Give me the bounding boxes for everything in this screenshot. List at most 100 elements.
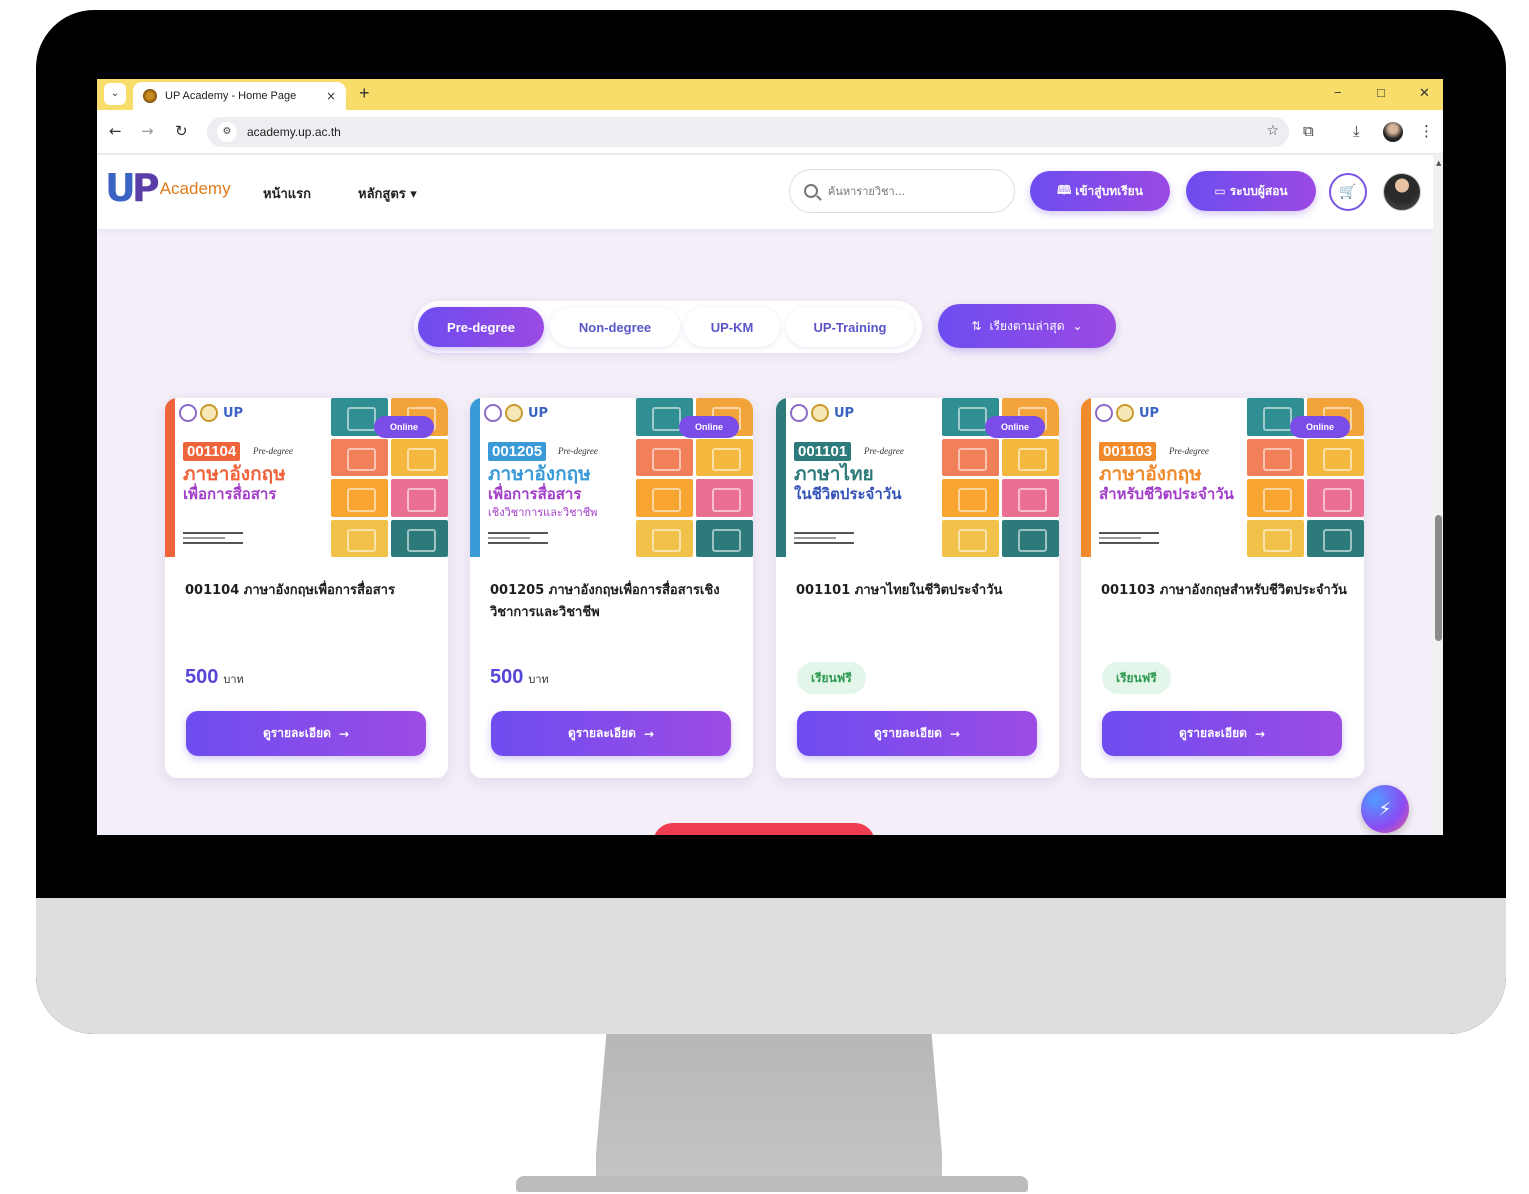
tab-non-degree[interactable]: Non-degree: [550, 307, 680, 347]
monitor-icon: ▭: [1214, 184, 1226, 198]
planner-tile-icon: [1002, 479, 1059, 517]
thumbnail-level: Pre-degree: [1169, 446, 1209, 456]
nav-courses[interactable]: หลักสูตร ▾: [358, 183, 417, 204]
computer-tile-icon: [391, 438, 448, 476]
new-tab-button[interactable]: +: [359, 83, 370, 104]
tab-close-icon[interactable]: ×: [326, 89, 336, 103]
pencil-tile-icon: [636, 519, 693, 557]
browser-toolbar: ← → ↻ ⚙ academy.up.ac.th ☆ ⧉ ⤓ ⋮: [97, 110, 1443, 154]
pencil-tile-icon: [942, 519, 999, 557]
enter-lessons-button[interactable]: 🕮 เข้าสู่บทเรียน: [1030, 171, 1170, 211]
browser-screen: ⌄ UP Academy - Home Page × + − □ ✕ ← → ↻…: [97, 79, 1443, 835]
thumbnail-accent-stripe: [470, 398, 480, 557]
document-tile-icon: [1307, 519, 1364, 557]
course-card[interactable]: UP 001101 Pre-degree ภาษาไทย ในชีวิตประจ…: [776, 398, 1059, 778]
course-price: 500 บาท: [185, 666, 244, 689]
site-logo[interactable]: UP Academy: [105, 169, 231, 207]
close-window-button[interactable]: ✕: [1419, 85, 1430, 101]
monitor-stand: [596, 1034, 942, 1184]
thumbnail-level: Pre-degree: [864, 446, 904, 456]
computer-tile-icon: [1307, 438, 1364, 476]
view-details-button[interactable]: ดูรายละเอียด →: [186, 711, 426, 756]
view-details-button[interactable]: ดูรายละเอียด →: [797, 711, 1037, 756]
extensions-icon[interactable]: ⧉: [1303, 122, 1314, 140]
tab-up-training[interactable]: UP-Training: [786, 307, 914, 347]
free-badge: เรียนฟรี: [1102, 662, 1171, 694]
tab-search-icon[interactable]: ⌄: [104, 83, 126, 105]
thumbnail-level: Pre-degree: [253, 446, 293, 456]
browser-menu-icon[interactable]: ⋮: [1419, 122, 1434, 140]
faculty-seal-icon: [200, 404, 218, 422]
enter-lessons-label: เข้าสู่บทเรียน: [1075, 183, 1143, 198]
url-text: academy.up.ac.th: [247, 125, 341, 139]
thumbnail-course-code: 001205: [488, 442, 547, 461]
tab-title: UP Academy - Home Page: [165, 90, 297, 102]
search-input[interactable]: [828, 184, 978, 198]
arrow-right-icon: →: [643, 726, 654, 741]
reload-icon[interactable]: ↻: [175, 122, 188, 140]
course-card[interactable]: UP 001104 Pre-degree ภาษาอังกฤษ เพื่อการ…: [165, 398, 448, 778]
course-thumbnail: UP 001205 Pre-degree ภาษาอังกฤษ เพื่อการ…: [470, 398, 753, 557]
page-scrollbar[interactable]: [1433, 155, 1443, 835]
bookmark-star-icon[interactable]: ☆: [1266, 123, 1279, 139]
price-unit: บาท: [223, 673, 244, 686]
thumbnail-accent-stripe: [165, 398, 175, 557]
cart-button[interactable]: 🛒: [1329, 173, 1367, 211]
back-icon[interactable]: ←: [109, 122, 122, 140]
course-title[interactable]: 001205 ภาษาอังกฤษเพื่อการสื่อสารเชิงวิชา…: [490, 580, 736, 624]
course-card[interactable]: UP 001103 Pre-degree ภาษาอังกฤษ สำหรับชี…: [1081, 398, 1364, 778]
scroll-up-icon[interactable]: ▲: [1436, 159, 1441, 167]
browser-tab[interactable]: UP Academy - Home Page ×: [133, 82, 346, 110]
forward-icon[interactable]: →: [141, 122, 154, 140]
sort-dropdown[interactable]: ⇅ เรียงตามล่าสุด ⌄: [938, 304, 1116, 348]
thumbnail-course-code: 001101: [794, 442, 852, 461]
faculty-seal-icon: [811, 404, 829, 422]
arrow-right-icon: →: [1254, 726, 1265, 741]
download-icon[interactable]: ⤓: [1353, 122, 1360, 140]
address-bar[interactable]: ⚙ academy.up.ac.th ☆: [207, 117, 1289, 147]
instructor-system-button[interactable]: ▭ ระบบผู้สอน: [1186, 171, 1316, 211]
site-info-icon[interactable]: ⚙: [217, 122, 237, 142]
tab-up-km[interactable]: UP-KM: [684, 307, 780, 347]
search-box[interactable]: [789, 169, 1015, 213]
thumbnail-accent-stripe: [1081, 398, 1091, 557]
view-details-label: ดูรายละเอียด: [262, 726, 331, 740]
thumbnail-title-line1: ภาษาอังกฤษ: [1099, 463, 1202, 485]
maximize-button[interactable]: □: [1377, 85, 1385, 100]
course-price: 500 บาท: [490, 666, 549, 689]
university-logos: UP: [1095, 404, 1159, 422]
view-details-button[interactable]: ดูรายละเอียด →: [1102, 711, 1342, 756]
messenger-chat-icon[interactable]: ⚡: [1361, 785, 1409, 833]
document-tile-icon: [391, 519, 448, 557]
nav-home[interactable]: หน้าแรก: [263, 183, 311, 204]
document-tile-icon: [696, 519, 753, 557]
minimize-button[interactable]: −: [1334, 85, 1342, 100]
view-details-button[interactable]: ดูรายละเอียด →: [491, 711, 731, 756]
course-title[interactable]: 001104 ภาษาอังกฤษเพื่อการสื่อสาร: [185, 580, 431, 602]
thumbnail-title-line1: ภาษาไทย: [794, 463, 874, 485]
notebook-tile-icon: [636, 438, 693, 476]
thumbnail-instructor-lines: [488, 532, 548, 547]
thumbnail-title-line3: เชิงวิชาการและวิชาชีพ: [488, 506, 598, 519]
lightbulb-tile-icon: [1247, 479, 1304, 517]
course-card[interactable]: UP 001205 Pre-degree ภาษาอังกฤษ เพื่อการ…: [470, 398, 753, 778]
free-badge: เรียนฟรี: [797, 662, 866, 694]
computer-tile-icon: [696, 438, 753, 476]
load-more-button[interactable]: [653, 823, 875, 835]
lightbulb-tile-icon: [331, 479, 388, 517]
course-title[interactable]: 001101 ภาษาไทยในชีวิตประจำวัน: [796, 580, 1042, 602]
thumbnail-title-line2: เพื่อการสื่อสาร: [488, 485, 582, 503]
profile-avatar-icon[interactable]: [1383, 122, 1403, 142]
user-avatar[interactable]: [1383, 173, 1421, 211]
planner-tile-icon: [696, 479, 753, 517]
scrollbar-thumb[interactable]: [1435, 515, 1442, 641]
online-badge: Online: [985, 416, 1045, 438]
course-title[interactable]: 001103 ภาษาอังกฤษสำหรับชีวิตประจำวัน: [1101, 580, 1347, 602]
tab-pre-degree[interactable]: Pre-degree: [418, 307, 544, 347]
browser-tabbar: ⌄ UP Academy - Home Page × + − □ ✕: [97, 79, 1443, 110]
site-header: UP Academy หน้าแรก หลักสูตร ▾ 🕮 เข้าสู่บ…: [97, 155, 1433, 229]
logo-text: Academy: [159, 179, 231, 198]
online-badge: Online: [1290, 416, 1350, 438]
arrow-right-icon: →: [338, 726, 349, 741]
notebook-tile-icon: [1247, 438, 1304, 476]
